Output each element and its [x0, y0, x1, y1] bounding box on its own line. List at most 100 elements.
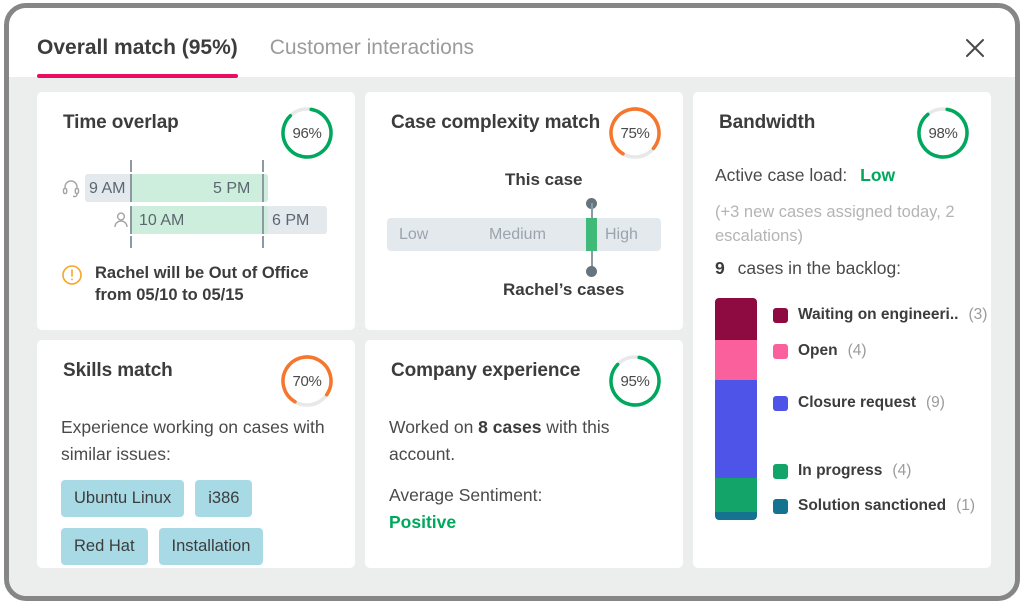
legend-item-waiting-on-engineering: Waiting on engineeri.. (3): [773, 306, 987, 324]
legend-count: (4): [847, 342, 867, 359]
complexity-bottom-dot: [586, 266, 597, 277]
tab-customer-interactions-label: Customer interactions: [269, 36, 475, 59]
legend-label: Solution sanctioned: [798, 497, 947, 514]
skill-chip-ubuntu-linux[interactable]: Ubuntu Linux: [61, 480, 185, 517]
out-of-office-text: Rachel will be Out of Office from 05/10 …: [95, 264, 309, 304]
timeline-agent-start: 9 AM: [89, 180, 126, 197]
timeline-bar-agent-tick-start: [130, 174, 132, 202]
legend-count: (9): [926, 394, 945, 411]
cards-grid: Time overlap 96% 9 AM 5 PM 10 AM 6 PM Ra…: [21, 80, 1003, 580]
bandwidth-score-label: 98%: [928, 124, 958, 142]
legend-label: Open: [798, 342, 838, 359]
card-case-complexity-title: Case complexity match: [391, 112, 601, 133]
cases-line-prefix: Worked on: [389, 417, 479, 437]
company-experience-score-label: 95%: [620, 372, 650, 390]
skills-match-description: Experience working on cases with similar…: [61, 417, 325, 464]
timeline-tick-start-bottom: [130, 236, 132, 248]
skills-match-score-label: 70%: [292, 372, 322, 390]
timeline-tick-end-bottom: [262, 236, 264, 248]
legend-count: (3): [968, 306, 988, 323]
tab-bar: Overall match (95%) Customer interaction…: [37, 8, 490, 78]
timeline-bar-customer-tick-end: [262, 206, 264, 234]
company-experience-sentiment-line: Average Sentiment: Positive: [389, 482, 661, 536]
card-bandwidth-title: Bandwidth: [719, 112, 816, 133]
stack-segment-in-progress: [715, 477, 757, 512]
legend-label: Waiting on engineeri..: [798, 306, 959, 323]
timeline-tick-start: [130, 160, 132, 172]
backlog-legend: Waiting on engineeri.. (3) Open (4) Clos…: [773, 298, 987, 520]
device-frame: Overall match (95%) Customer interaction…: [4, 3, 1020, 601]
card-skills-match: Skills match 70% Experience working on c…: [37, 340, 355, 568]
legend-count: (1): [956, 497, 976, 514]
legend-label: In progress: [798, 462, 883, 479]
complexity-bottom-label: Rachel’s cases: [503, 280, 625, 299]
tab-customer-interactions[interactable]: Customer interactions: [254, 8, 490, 62]
card-skills-match-title: Skills match: [63, 360, 173, 381]
time-overlap-timeline: 9 AM 5 PM 10 AM 6 PM: [61, 160, 331, 250]
sentiment-label: Average Sentiment:: [389, 485, 543, 505]
company-experience-score-ring: 95%: [607, 353, 663, 409]
card-company-experience: Company experience 95% Worked on 8 cases…: [365, 340, 683, 568]
legend-swatch-icon: [773, 395, 788, 411]
stack-segment-closure-request: [715, 379, 757, 478]
card-case-complexity: Case complexity match 75% This case Low …: [365, 92, 683, 330]
skills-match-score-ring: 70%: [279, 353, 335, 409]
time-overlap-score-label: 96%: [292, 124, 322, 142]
case-complexity-score-ring: 75%: [607, 105, 663, 161]
skill-chip-red-hat[interactable]: Red Hat: [61, 528, 148, 565]
legend-item-closure-request: Closure request (9): [773, 394, 945, 412]
legend-item-open: Open (4): [773, 342, 867, 360]
case-complexity-score-label: 75%: [620, 124, 650, 142]
company-experience-cases-line: Worked on 8 cases with this account.: [389, 414, 661, 468]
tab-overall-match[interactable]: Overall match (95%): [37, 8, 254, 78]
close-icon: [966, 39, 984, 57]
timeline-tick-end: [262, 160, 264, 172]
active-case-load-label: Active case load:: [715, 165, 848, 185]
stack-segment-waiting-on-engineering: [715, 298, 757, 340]
legend-swatch-icon: [773, 498, 788, 514]
timeline-agent-end: 5 PM: [213, 180, 251, 197]
backlog-count: 9: [715, 258, 725, 278]
backlog-label: cases in the backlog:: [737, 258, 902, 278]
warning-icon: [61, 264, 83, 286]
legend-swatch-icon: [773, 343, 788, 359]
tab-overall-match-label: Overall match (95%): [37, 36, 238, 59]
legend-item-in-progress: In progress (4): [773, 462, 911, 480]
dialog-header: Overall match (95%) Customer interaction…: [9, 8, 1015, 78]
complexity-segment-low: Low: [399, 226, 429, 243]
bandwidth-score-ring: 98%: [915, 105, 971, 161]
legend-count: (4): [892, 462, 912, 479]
legend-swatch-icon: [773, 463, 788, 479]
match-dialog: Overall match (95%) Customer interaction…: [9, 8, 1015, 596]
headset-icon: [61, 178, 81, 198]
card-bandwidth: Bandwidth 98% Active case load: Low (+3 …: [693, 92, 991, 568]
complexity-segment-medium: Medium: [489, 226, 546, 243]
backlog-stacked-bar: [715, 298, 757, 520]
complexity-marker[interactable]: [586, 218, 597, 251]
legend-item-solution-sanctioned: Solution sanctioned (1): [773, 497, 975, 515]
time-overlap-score-ring: 96%: [279, 105, 335, 161]
timeline-customer-start: 10 AM: [139, 212, 185, 229]
card-time-overlap: Time overlap 96% 9 AM 5 PM 10 AM 6 PM Ra…: [37, 92, 355, 330]
stack-segment-open: [715, 339, 757, 380]
active-case-load-value: Low: [860, 165, 896, 185]
complexity-track[interactable]: Low Medium High: [387, 218, 661, 251]
legend-label: Closure request: [798, 394, 917, 411]
skills-chip-list: Ubuntu Linux i386 Red Hat Installation: [61, 480, 337, 565]
active-case-load-row: Active case load: Low: [715, 165, 895, 186]
timeline-bar-customer-tick-start: [130, 206, 132, 234]
complexity-top-label: This case: [505, 170, 583, 189]
backlog-heading: 9 cases in the backlog:: [715, 258, 901, 279]
skill-chip-i386[interactable]: i386: [195, 480, 253, 517]
complexity-segment-high: High: [605, 226, 638, 243]
timeline-bar-agent-tick-end: [262, 174, 264, 202]
stack-segment-solution-sanctioned: [715, 511, 757, 520]
out-of-office-notice: Rachel will be Out of Office from 05/10 …: [61, 262, 341, 306]
screen: Overall match (95%) Customer interaction…: [0, 0, 1024, 607]
close-button[interactable]: [959, 32, 991, 64]
cases-line-strong: 8 cases: [478, 417, 542, 437]
skill-chip-installation[interactable]: Installation: [158, 528, 264, 565]
timeline-customer-end: 6 PM: [272, 212, 310, 229]
person-icon: [111, 210, 131, 230]
bandwidth-note: (+3 new cases assigned today, 2 escalati…: [715, 203, 955, 245]
